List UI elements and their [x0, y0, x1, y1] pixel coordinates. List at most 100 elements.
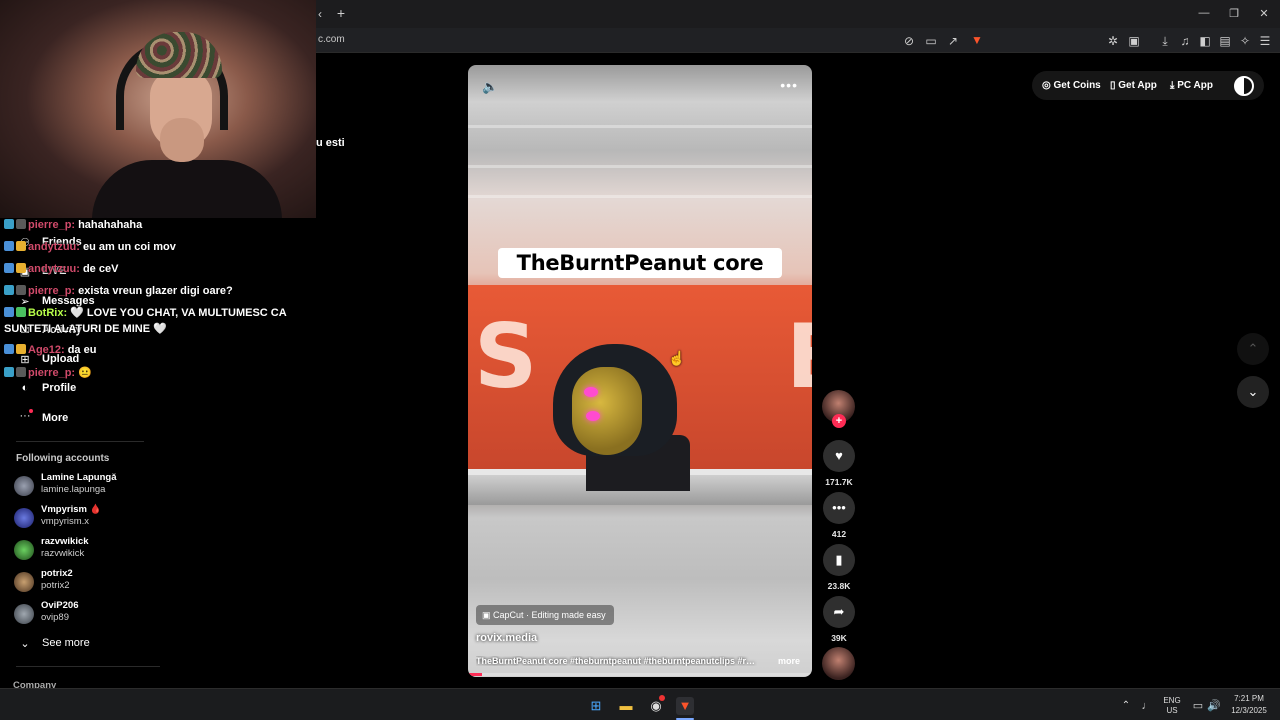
see-more-link[interactable]: See more	[42, 637, 90, 649]
restore-button[interactable]: ❐	[1227, 7, 1241, 20]
share-icon[interactable]: ↗	[945, 34, 961, 48]
extensions-icon[interactable]: ✲	[1105, 34, 1121, 48]
account-handle: vmpyrism.x	[41, 516, 90, 527]
clock-time[interactable]: 7:21 PM	[1226, 694, 1272, 703]
chat-message: pierre_p: 😐	[4, 366, 92, 379]
sound-avatar[interactable]	[822, 647, 855, 680]
next-video-button[interactable]: ⌄	[1237, 376, 1269, 408]
video-author[interactable]: rovix.media	[476, 632, 537, 644]
chat-message-continued: SUNTETI ALATURI DE MINE 🤍	[4, 322, 167, 335]
more-options-icon[interactable]: •••	[780, 77, 798, 93]
account-handle: potrix2	[41, 580, 70, 591]
following-account[interactable]: Lamine Lapungă lamine.lapunga	[14, 472, 154, 500]
comment-count: 412	[831, 529, 847, 539]
region-indicator: US	[1166, 706, 1178, 715]
new-tab-button[interactable]: +	[333, 6, 349, 20]
follow-plus-icon[interactable]: +	[832, 414, 846, 428]
language-indicator[interactable]: ENG	[1160, 696, 1184, 705]
mouse-cursor-icon: ☝	[668, 350, 686, 366]
following-account[interactable]: Vmpyrism 🩸 vmpyrism.x	[14, 504, 154, 532]
get-coins-button[interactable]: ◎ Get Coins	[1042, 80, 1101, 91]
sidebar-divider	[16, 666, 160, 667]
sidebar-item-profile[interactable]: Profile	[42, 382, 76, 394]
media-icon[interactable]: ♫	[1177, 34, 1193, 48]
chat-username: andytzuu:	[28, 263, 80, 275]
speaker-icon[interactable]: 🔊	[1205, 697, 1223, 715]
get-app-button[interactable]: ▯ Get App	[1110, 80, 1157, 91]
chat-message: andytzuu: eu am un coi mov	[4, 241, 176, 253]
account-name: potrix2	[41, 568, 73, 579]
badge-icon	[16, 367, 26, 377]
file-explorer-icon[interactable]: ▬	[617, 697, 635, 715]
reader-mode-icon[interactable]: ⊘	[901, 34, 917, 48]
share-button[interactable]: ➦	[823, 596, 855, 628]
webcam-overlay	[0, 0, 316, 218]
chevron-up-icon: ⌃	[1247, 341, 1259, 356]
sidebar-toggle-icon[interactable]: ◧	[1197, 34, 1213, 48]
video-player[interactable]: S E TheBurntPeanut core 🔈 ••• ☝ ▣ CapCut…	[468, 65, 812, 677]
badge-icon	[16, 344, 26, 354]
webcam-shirt	[92, 160, 282, 218]
video-progress-bar[interactable]	[468, 673, 812, 676]
badge-icon	[16, 219, 26, 229]
chat-message: Age12: da eu	[4, 344, 96, 356]
theme-toggle[interactable]	[1234, 76, 1254, 96]
capcut-tag[interactable]: ▣ CapCut · Editing made easy	[476, 605, 614, 625]
chevron-down-icon: ⌄	[1247, 384, 1259, 399]
chat-text: 😐	[78, 367, 92, 379]
comment-button[interactable]: •••	[823, 492, 855, 524]
badge-icon	[4, 263, 14, 273]
badge-icon	[4, 241, 14, 251]
bg-stripe	[468, 165, 812, 168]
badge-icon	[4, 285, 14, 295]
following-account[interactable]: OviP206 ovip89	[14, 600, 154, 628]
account-handle: ovip89	[41, 612, 69, 623]
sidebar-item-more[interactable]: More	[42, 412, 68, 424]
previous-video-button[interactable]: ⌃	[1237, 333, 1269, 365]
brave-browser-icon[interactable]: ▼	[676, 697, 694, 715]
chat-text: da eu	[67, 344, 97, 356]
chevron-up-icon[interactable]: ⌃	[1117, 697, 1135, 715]
chat-text: de ceV	[82, 263, 119, 275]
pc-app-button[interactable]: ⤓ PC App	[1170, 80, 1213, 91]
screenshot-icon[interactable]: ▣	[1126, 34, 1142, 48]
brave-shields-icon[interactable]: ▼	[969, 33, 985, 47]
windows-start-icon[interactable]: ⊞	[587, 697, 605, 715]
badge-icon	[16, 285, 26, 295]
bookmark-icon: ▮	[835, 552, 843, 567]
chat-username: pierre_p:	[28, 285, 76, 297]
downloads-icon[interactable]: ⤓	[1157, 34, 1173, 48]
chat-username: BotRix:	[28, 307, 68, 319]
heart-icon: ♥	[835, 448, 843, 463]
account-name: Vmpyrism 🩸	[41, 504, 102, 515]
badge-icon	[16, 307, 26, 317]
following-account[interactable]: razvwikick razvwikick	[14, 536, 154, 564]
character-face	[572, 367, 642, 455]
share-arrow-icon: ➦	[833, 604, 845, 619]
taskbar: ⊞ ▬ ◉ ▼ ⌃ ♩ ENG US ▭ 🔊 7:21 PM 12/3/2025	[0, 688, 1280, 720]
leo-ai-icon[interactable]: ✧	[1237, 34, 1253, 48]
badge-icon	[4, 344, 14, 354]
menu-icon[interactable]: ☰	[1257, 34, 1273, 48]
pc-app-label: PC App	[1177, 80, 1213, 91]
save-button[interactable]: ▮	[823, 544, 855, 576]
minimize-button[interactable]: —	[1197, 7, 1211, 19]
microphone-icon[interactable]: ♩	[1138, 697, 1156, 715]
chat-text: eu am un coi mov	[82, 241, 176, 253]
url-field[interactable]: c.com	[318, 34, 345, 45]
close-window-button[interactable]: ✕	[1257, 7, 1271, 20]
video-caption-overlay: TheBurntPeanut core	[498, 248, 782, 278]
like-button[interactable]: ♥	[823, 440, 855, 472]
volume-icon[interactable]: 🔈	[482, 79, 498, 95]
following-account[interactable]: potrix2 potrix2	[14, 568, 154, 596]
chat-text: exista vreun glazer digi oare?	[78, 285, 233, 297]
comment-icon: •••	[832, 500, 846, 515]
wallet-icon[interactable]: ▤	[1217, 34, 1233, 48]
account-handle: razvwikick	[41, 548, 85, 559]
chat-message: andytzuu: de ceV	[4, 263, 118, 275]
cast-icon[interactable]: ▭	[923, 34, 939, 48]
badge-icon	[16, 263, 26, 273]
notification-badge	[659, 695, 665, 701]
description-more-link[interactable]: more	[778, 656, 800, 666]
video-description: TheBurntPeanut core #theburntpeanut #the…	[476, 656, 758, 666]
